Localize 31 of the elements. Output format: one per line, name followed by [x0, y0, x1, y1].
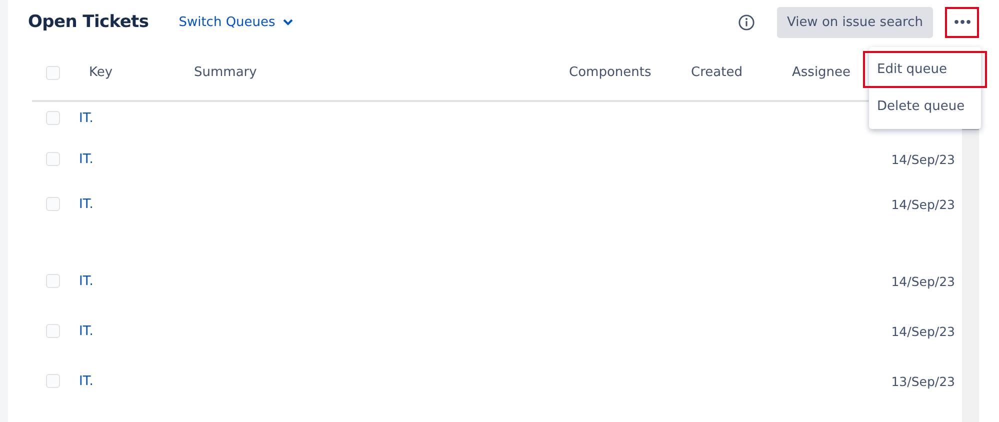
checkbox[interactable] [46, 111, 60, 125]
page-title: Open Tickets [28, 12, 149, 32]
issue-key-link[interactable]: IT. [79, 152, 94, 166]
column-header[interactable]: Created [691, 65, 742, 80]
table-cell: 13/Sep/23 [891, 374, 955, 388]
menu-item[interactable]: Edit queue [863, 51, 987, 88]
column-header[interactable]: Assignee [792, 65, 851, 80]
column-header[interactable]: Components [569, 65, 652, 80]
issue-key-link[interactable]: IT. [79, 374, 94, 388]
table-cell: 14/Sep/23 [891, 197, 955, 212]
checkbox[interactable] [46, 274, 60, 288]
issue-key-link[interactable]: IT. [79, 274, 94, 288]
switch-queues-button[interactable]: Switch Queues [178, 14, 294, 30]
chevron-down-icon [283, 18, 294, 26]
issue-key-link[interactable]: IT. [79, 197, 94, 212]
view-on-issue-search-button[interactable]: View on issue search [776, 6, 933, 38]
more-button[interactable]: ••• [945, 6, 979, 38]
checkbox[interactable] [46, 374, 60, 388]
issue-key-link[interactable]: IT. [79, 324, 94, 338]
column-header[interactable]: Key [89, 65, 113, 80]
table-cell: 14/Sep/23 [891, 152, 955, 166]
table-cell: 14/Sep/23 [891, 324, 955, 338]
info-icon[interactable] [738, 14, 755, 30]
table-cell: 14/Sep/23 [891, 274, 955, 288]
checkbox[interactable] [46, 324, 60, 338]
column-header[interactable]: Summary [194, 65, 257, 80]
issue-key-link[interactable]: IT. [79, 110, 94, 126]
checkbox[interactable] [46, 66, 60, 80]
menu-item[interactable]: Delete queue [863, 88, 987, 125]
checkbox[interactable] [46, 152, 60, 166]
checkbox[interactable] [46, 197, 60, 211]
